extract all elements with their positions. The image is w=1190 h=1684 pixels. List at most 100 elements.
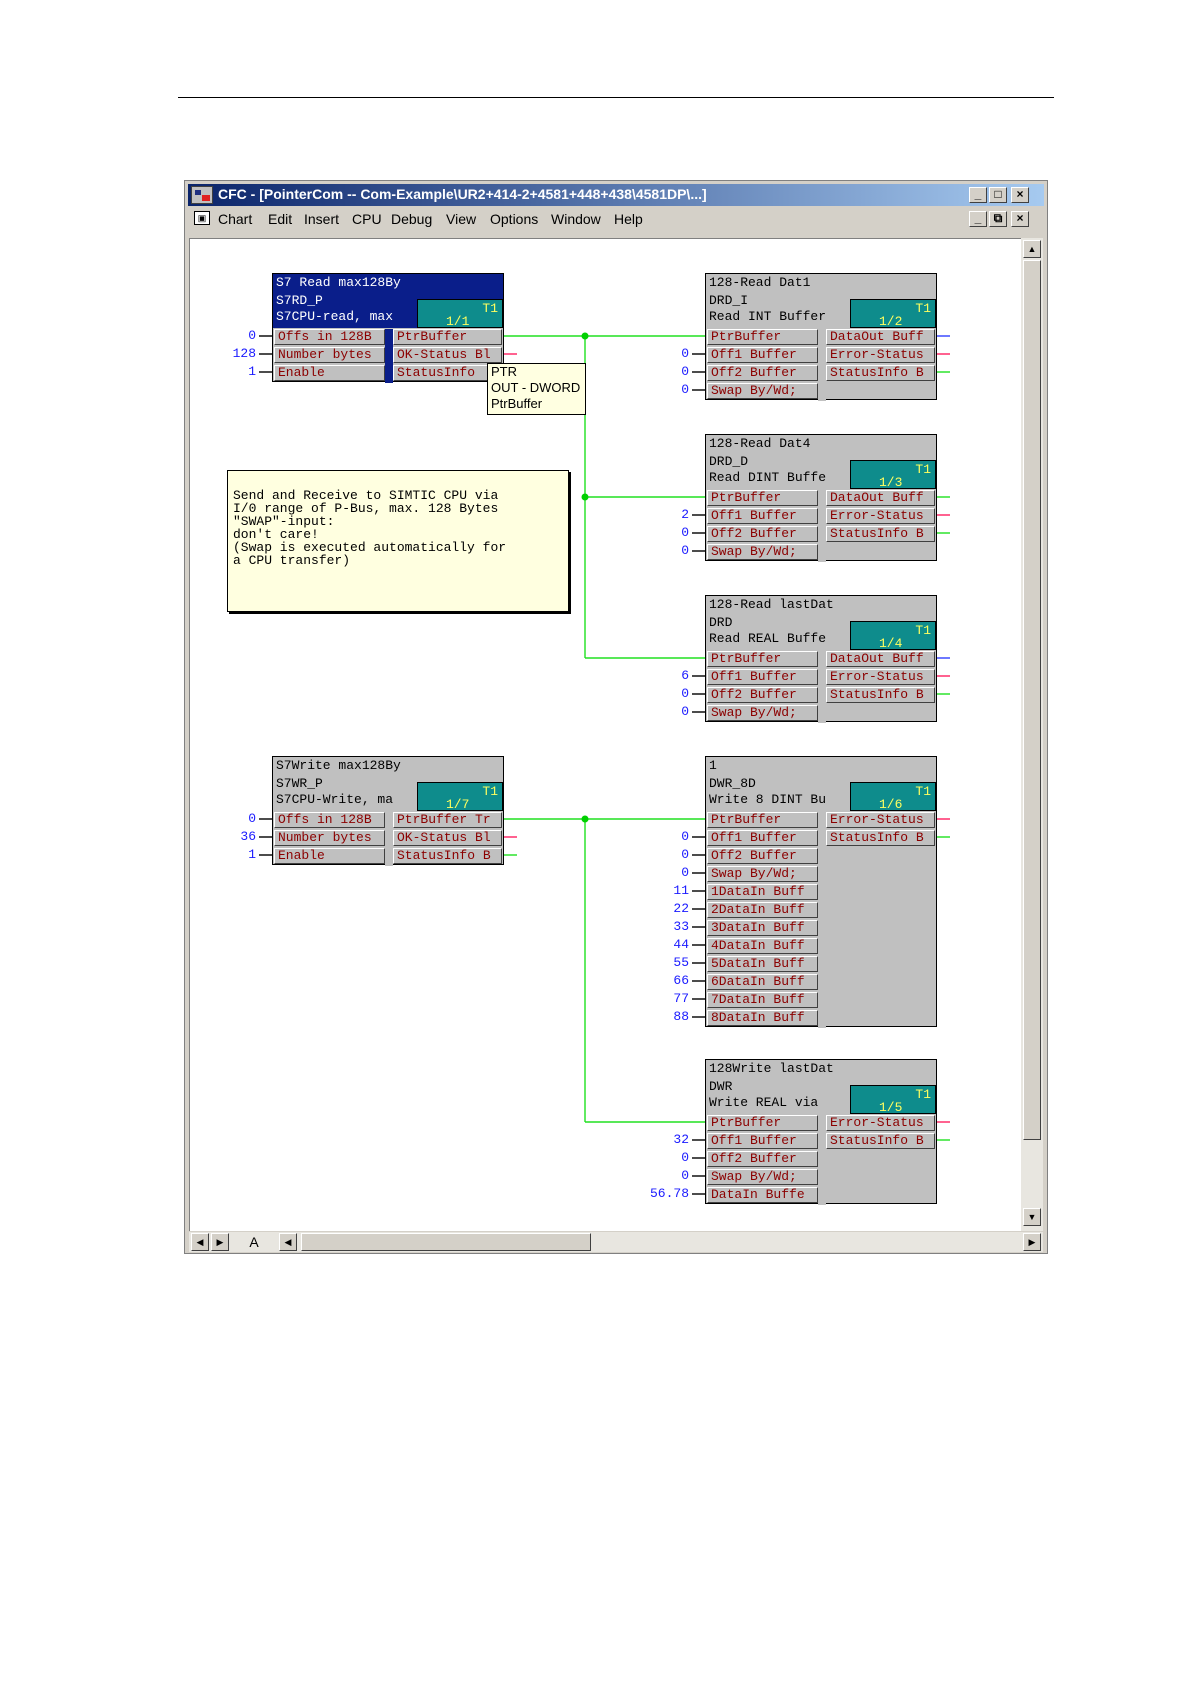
input-value[interactable]: 44 (619, 937, 689, 952)
input-value[interactable]: 0 (619, 346, 689, 361)
input-pin[interactable]: Number bytes (274, 347, 385, 363)
input-value[interactable]: 0 (619, 1150, 689, 1165)
input-value[interactable]: 0 (619, 543, 689, 558)
input-value[interactable]: 6 (619, 668, 689, 683)
input-value[interactable]: 1 (186, 364, 256, 379)
input-pin[interactable]: Swap By/Wd; (707, 705, 818, 721)
function-block[interactable]: 128-Read Dat1 DRD_I Read INT Buffer T1 1/2 Pt… (705, 273, 937, 401)
input-value[interactable]: 0 (619, 704, 689, 719)
output-pin[interactable]: OK-Status Bl (393, 347, 502, 363)
input-value[interactable]: 22 (619, 901, 689, 916)
input-value[interactable]: 1 (186, 847, 256, 862)
block-header[interactable]: 128-Read lastDat DRD Read REAL Buffe T1 1/4 (706, 596, 936, 651)
input-pin[interactable]: Offs in 128B (274, 329, 385, 345)
input-value[interactable]: 11 (619, 883, 689, 898)
input-pin[interactable]: 2DataIn Buff (707, 902, 818, 918)
output-pin[interactable]: StatusInfo (393, 365, 502, 381)
block-header[interactable]: S7 Read max128By S7RD_P S7CPU-read, max T1 1… (273, 274, 503, 329)
input-pin[interactable]: Off2 Buffer (707, 526, 818, 542)
block-header[interactable]: 1 DWR_8D Write 8 DINT Bu T1 1/6 (706, 757, 936, 812)
input-value[interactable]: 2 (619, 507, 689, 522)
input-pin[interactable]: 8DataIn Buff (707, 1010, 818, 1026)
output-pin[interactable]: PtrBuffer Tr (393, 812, 502, 828)
input-pin[interactable]: 6DataIn Buff (707, 974, 818, 990)
input-pin[interactable]: Off2 Buffer (707, 848, 818, 864)
output-pin[interactable]: Error-Status (826, 812, 935, 828)
input-pin[interactable]: PtrBuffer (707, 651, 818, 667)
function-block[interactable]: 128-Read Dat4 DRD_D Read DINT Buffe T1 1/3 Pt… (705, 434, 937, 562)
output-pin[interactable]: Error-Status (826, 508, 935, 524)
input-value[interactable]: 56.78 (619, 1186, 689, 1201)
input-value[interactable]: 55 (619, 955, 689, 970)
input-pin[interactable]: Offs in 128B (274, 812, 385, 828)
input-value[interactable]: 32 (619, 1132, 689, 1147)
input-value[interactable]: 0 (619, 847, 689, 862)
block-header[interactable]: 128-Read Dat1 DRD_I Read INT Buffer T1 1/2 (706, 274, 936, 329)
output-pin[interactable]: PtrBuffer (393, 329, 502, 345)
input-value[interactable]: 0 (619, 1168, 689, 1183)
output-pin[interactable]: StatusInfo B (393, 848, 502, 864)
output-pin[interactable]: Error-Status (826, 347, 935, 363)
input-pin[interactable]: Enable (274, 848, 385, 864)
input-value[interactable]: 36 (186, 829, 256, 844)
input-value[interactable]: 0 (186, 811, 256, 826)
output-pin[interactable]: StatusInfo B (826, 830, 935, 846)
input-pin[interactable]: PtrBuffer (707, 329, 818, 345)
input-pin[interactable]: Off1 Buffer (707, 347, 818, 363)
block-header[interactable]: S7Write max128By S7WR_P S7CPU-Write, ma T1 1… (273, 757, 503, 812)
input-value[interactable]: 0 (619, 364, 689, 379)
input-value[interactable]: 128 (186, 346, 256, 361)
input-value[interactable]: 0 (619, 686, 689, 701)
input-pin[interactable]: Swap By/Wd; (707, 544, 818, 560)
input-value[interactable]: 0 (619, 525, 689, 540)
block-header[interactable]: 128-Read Dat4 DRD_D Read DINT Buffe T1 1/3 (706, 435, 936, 490)
output-pin[interactable]: Error-Status (826, 1115, 935, 1131)
input-pin[interactable]: Enable (274, 365, 385, 381)
output-pin[interactable]: DataOut Buff (826, 490, 935, 506)
block-type: DWR (709, 1079, 733, 1094)
output-pin[interactable]: DataOut Buff (826, 651, 935, 667)
function-block[interactable]: S7 Read max128By S7RD_P S7CPU-read, max T1 1… (272, 273, 504, 383)
input-value[interactable]: 88 (619, 1009, 689, 1024)
input-pin[interactable]: 7DataIn Buff (707, 992, 818, 1008)
input-value[interactable]: 0 (186, 328, 256, 343)
output-pin[interactable]: StatusInfo B (826, 365, 935, 381)
input-pin[interactable]: PtrBuffer (707, 812, 818, 828)
input-pin[interactable]: Off2 Buffer (707, 1151, 818, 1167)
input-pin[interactable]: Off2 Buffer (707, 365, 818, 381)
output-pin[interactable]: DataOut Buff (826, 329, 935, 345)
function-block[interactable]: 128-Read lastDat DRD Read REAL Buffe T1 1/4 P… (705, 595, 937, 723)
input-value[interactable]: 0 (619, 382, 689, 397)
output-pin[interactable]: StatusInfo B (826, 526, 935, 542)
input-pin[interactable]: 3DataIn Buff (707, 920, 818, 936)
input-value[interactable]: 66 (619, 973, 689, 988)
input-pin[interactable]: Off2 Buffer (707, 687, 818, 703)
function-block[interactable]: S7Write max128By S7WR_P S7CPU-Write, ma T1 1… (272, 756, 504, 866)
input-pin[interactable]: Off1 Buffer (707, 669, 818, 685)
input-pin[interactable]: PtrBuffer (707, 490, 818, 506)
input-value[interactable]: 0 (619, 829, 689, 844)
input-pin[interactable]: DataIn Buffe (707, 1187, 818, 1203)
input-pin[interactable]: Swap By/Wd; (707, 1169, 818, 1185)
input-pin[interactable]: Swap By/Wd; (707, 866, 818, 882)
function-block[interactable]: 128Write lastDat DWR Write REAL via T1 1/5 Pt… (705, 1059, 937, 1205)
function-block[interactable]: 1 DWR_8D Write 8 DINT Bu T1 1/6 PtrBuffer Off1… (705, 756, 937, 1028)
block-header[interactable]: 128Write lastDat DWR Write REAL via T1 1/5 (706, 1060, 936, 1115)
output-pin[interactable]: StatusInfo B (826, 1133, 935, 1149)
input-value[interactable]: 0 (619, 865, 689, 880)
input-pin[interactable]: 4DataIn Buff (707, 938, 818, 954)
output-pin[interactable]: OK-Status Bl (393, 830, 502, 846)
input-value[interactable]: 33 (619, 919, 689, 934)
input-pin[interactable]: Swap By/Wd; (707, 383, 818, 399)
input-pin[interactable]: PtrBuffer (707, 1115, 818, 1131)
input-pin[interactable]: Off1 Buffer (707, 508, 818, 524)
output-pin[interactable]: StatusInfo B (826, 687, 935, 703)
input-value[interactable]: 77 (619, 991, 689, 1006)
comment-text-box[interactable]: Send and Receive to SIMTIC CPU via I/0 r… (227, 470, 569, 612)
input-pin[interactable]: Off1 Buffer (707, 830, 818, 846)
output-pin[interactable]: Error-Status (826, 669, 935, 685)
input-pin[interactable]: 5DataIn Buff (707, 956, 818, 972)
input-pin[interactable]: Off1 Buffer (707, 1133, 818, 1149)
input-pin[interactable]: 1DataIn Buff (707, 884, 818, 900)
input-pin[interactable]: Number bytes (274, 830, 385, 846)
